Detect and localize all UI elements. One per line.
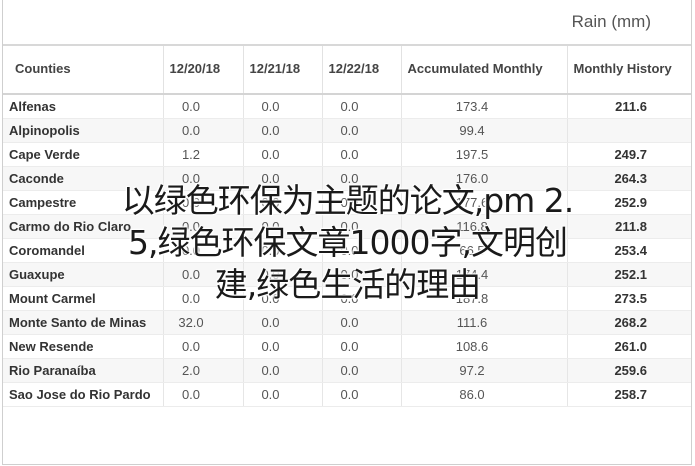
column-header-counties[interactable]: Counties [3,46,163,95]
overlay-line-3: 建,绿色生活的理由 [214,265,482,304]
value-day-3: 0.0 [321,358,401,383]
value-accumulated: 97.2 [400,358,567,383]
value-day-3: 0.0 [321,310,401,335]
overlay-line-1: 以绿色环保为主题的论文,pm 2. [121,181,575,220]
value-day-2: 0.0 [242,310,322,335]
county-name: New Resende [3,334,163,359]
value-day-2: 0.0 [242,118,322,143]
value-day-2: 0.0 [242,94,322,119]
value-day-1: 2.0 [162,358,243,383]
overlay-line-2: 5,绿色环保文章1000字,文明创 [128,223,568,262]
table-row: Sao Jose do Rio Pardo 0.0 0.0 0.0 86.0 258.7 [3,382,691,407]
panel-title: Rain (mm) [571,12,651,31]
value-day-3: 0.0 [321,334,401,359]
panel-header: Rain (mm) [3,0,691,46]
column-header-date-1[interactable]: 12/20/18 [162,46,243,95]
value-history: 211.6 [566,94,691,119]
value-day-1: 0.0 [162,334,243,359]
value-day-2: 0.0 [242,142,322,167]
value-history: 261.0 [566,334,691,359]
value-day-2: 0.0 [242,358,322,383]
column-header-date-3[interactable]: 12/22/18 [321,46,401,95]
value-accumulated: 108.6 [400,334,567,359]
watermark-overlay-text: 以绿色环保为主题的论文,pm 2. 5,绿色环保文章1000字,文明创 建,绿色… [0,180,695,306]
value-history: 258.7 [566,382,691,407]
value-history: 259.6 [566,358,691,383]
value-day-3: 0.0 [321,94,401,119]
table-row: New Resende 0.0 0.0 0.0 108.6 261.0 [3,334,691,359]
county-name: Rio Paranaíba [3,358,163,383]
value-accumulated: 173.4 [400,94,567,119]
table-row: Alpinopolis 0.0 0.0 0.0 99.4 [3,118,691,143]
county-name: Monte Santo de Minas [3,310,163,335]
value-day-3: 0.0 [321,118,401,143]
value-day-1: 0.0 [162,382,243,407]
value-day-1: 0.0 [162,118,243,143]
value-day-3: 0.0 [321,382,401,407]
value-day-1: 0.0 [162,94,243,119]
column-header-date-2[interactable]: 12/21/18 [242,46,322,95]
value-accumulated: 197.5 [400,142,567,167]
value-history: 249.7 [566,142,691,167]
county-name: Alpinopolis [3,118,163,143]
value-accumulated: 111.6 [400,310,567,335]
value-history [566,118,691,143]
table-header-row: Counties 12/20/18 12/21/18 12/22/18 Accu… [3,46,691,95]
value-day-3: 0.0 [321,142,401,167]
value-accumulated: 99.4 [400,118,567,143]
column-header-history[interactable]: Monthly History [566,46,691,95]
value-history: 268.2 [566,310,691,335]
value-day-1: 32.0 [162,310,243,335]
value-accumulated: 86.0 [400,382,567,407]
county-name: Cape Verde [3,142,163,167]
county-name: Alfenas [3,94,163,119]
value-day-1: 1.2 [162,142,243,167]
table-row: Monte Santo de Minas 32.0 0.0 0.0 111.6 268.2 [3,310,691,335]
table-row: Rio Paranaíba 2.0 0.0 0.0 97.2 259.6 [3,358,691,383]
column-header-accumulated[interactable]: Accumulated Monthly [400,46,567,95]
table-row: Cape Verde 1.2 0.0 0.0 197.5 249.7 [3,142,691,167]
value-day-2: 0.0 [242,382,322,407]
county-name: Sao Jose do Rio Pardo [3,382,163,407]
table-row: Alfenas 0.0 0.0 0.0 173.4 211.6 [3,94,691,119]
value-day-2: 0.0 [242,334,322,359]
